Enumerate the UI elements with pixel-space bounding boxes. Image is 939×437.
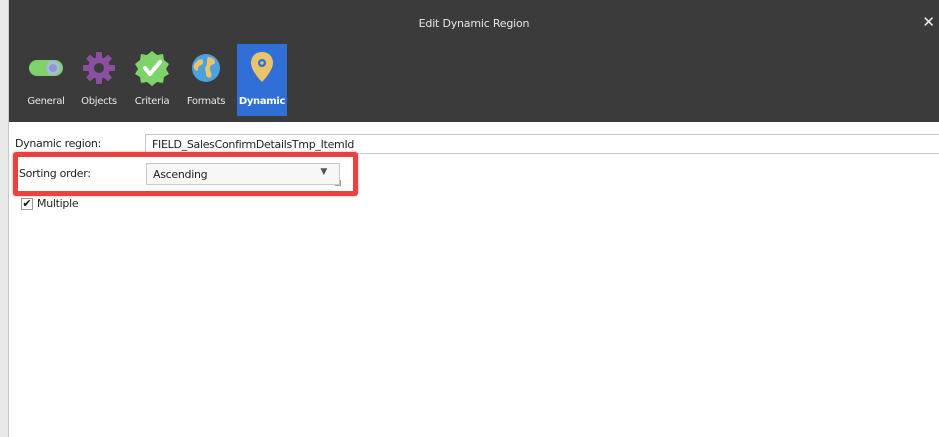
checkmark-badge-icon — [132, 48, 172, 88]
gear-icon — [79, 48, 119, 88]
tab-criteria-label: Criteria — [134, 96, 170, 107]
multiple-checkbox[interactable]: ✔ — [21, 198, 33, 210]
tab-dynamic-label: Dynamic — [238, 96, 286, 107]
tab-objects[interactable]: Objects — [75, 48, 123, 116]
toggle-icon — [26, 48, 66, 88]
tab-formats[interactable]: Formats — [181, 48, 231, 116]
dynamic-settings-form: Dynamic region: FIELD_SalesConfirmDetail… — [9, 122, 939, 437]
sorting-order-label: Sorting order: — [19, 167, 91, 180]
sorting-order-value: Ascending — [153, 168, 208, 181]
title-bar: Edit Dynamic Region ✕ General Objects Cr… — [9, 0, 939, 122]
dynamic-region-field[interactable]: FIELD_SalesConfirmDetailsTmp_ItemId — [145, 134, 939, 154]
globe-icon — [186, 48, 226, 88]
tab-criteria[interactable]: Criteria — [127, 48, 177, 116]
tab-objects-label: Objects — [81, 96, 117, 107]
tab-formats-label: Formats — [186, 96, 226, 107]
dynamic-region-label: Dynamic region: — [15, 137, 102, 150]
tab-dynamic[interactable]: Dynamic — [237, 44, 287, 116]
tab-general-label: General — [27, 96, 65, 107]
dialog-title: Edit Dynamic Region — [418, 17, 530, 30]
close-icon[interactable]: ✕ — [922, 13, 935, 31]
edit-dynamic-region-dialog: Edit Dynamic Region ✕ General Objects Cr… — [0, 0, 939, 437]
sorting-order-dropdown[interactable]: Ascending ▼ — [146, 163, 340, 185]
map-pin-icon — [242, 48, 282, 88]
tab-general[interactable]: General — [21, 48, 71, 116]
left-window-edge — [0, 0, 9, 437]
resize-grip-icon — [335, 180, 341, 186]
tab-bar: General Objects Criteria Formats Dynamic — [9, 44, 939, 122]
multiple-label: Multiple — [37, 197, 79, 210]
chevron-down-icon: ▼ — [320, 167, 327, 177]
